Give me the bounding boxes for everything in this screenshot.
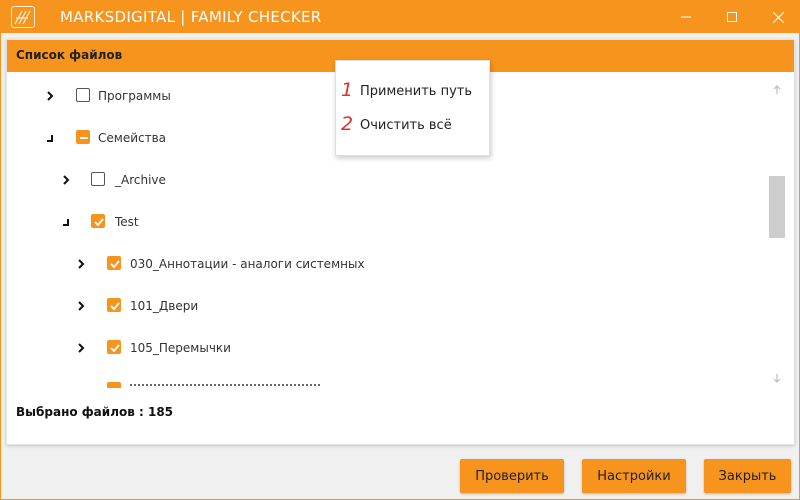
settings-button[interactable]: Настройки	[582, 459, 686, 493]
chevron-right-icon[interactable]	[74, 341, 88, 355]
arrow-up-icon	[773, 85, 781, 94]
checkbox[interactable]	[107, 256, 121, 270]
tree-row[interactable]: Test	[7, 211, 747, 233]
tree-item-label: Семейства	[98, 131, 167, 145]
checkmark-icon	[94, 218, 104, 227]
tree-row[interactable]: 030_Аннотации - аналоги системных	[7, 253, 747, 275]
minimize-button[interactable]	[663, 1, 709, 33]
check-button[interactable]: Проверить	[460, 459, 564, 493]
clipped-tree-row	[7, 382, 767, 388]
tree-row[interactable]: 101_Двери	[7, 295, 747, 317]
checkmark-icon	[110, 302, 120, 311]
window-title: MARKSDIGITAL | FAMILY CHECKER	[60, 8, 322, 26]
checkbox[interactable]	[107, 298, 121, 312]
close-icon	[772, 11, 784, 23]
title-bar: MARKSDIGITAL | FAMILY CHECKER	[1, 1, 799, 33]
tree-row[interactable]: 105_Перемычки	[7, 337, 747, 359]
checkbox[interactable]	[107, 340, 121, 354]
menu-item-label: Очистить всё	[360, 118, 452, 133]
panel-title: Список файлов	[16, 48, 123, 62]
context-menu: 1 Применить путь 2 Очистить всё	[335, 60, 490, 156]
close-button[interactable]: Закрыть	[704, 459, 791, 493]
marksdigital-logo-icon	[11, 6, 35, 28]
indeterminate-icon	[80, 137, 88, 139]
menu-item-number: 1	[341, 79, 354, 101]
chevron-right-icon[interactable]	[74, 257, 88, 271]
tree-item-label: 101_Двери	[130, 299, 199, 313]
tree-item-label: 105_Перемычки	[130, 341, 231, 355]
tree-item-label: _Archive	[115, 173, 166, 187]
tree-item-label: Программы	[98, 89, 171, 103]
selected-files-count: Выбрано файлов : 185	[16, 405, 174, 419]
close-window-button[interactable]	[755, 1, 800, 33]
checkbox[interactable]	[76, 130, 90, 144]
scroll-down-button[interactable]	[769, 370, 785, 386]
checkbox[interactable]	[91, 214, 105, 228]
menu-item-clear-all[interactable]: 2 Очистить всё	[336, 111, 489, 141]
checkmark-icon	[110, 344, 120, 353]
checkmark-icon	[110, 260, 120, 269]
chevron-right-icon[interactable]	[59, 173, 73, 187]
checkbox[interactable]	[76, 88, 90, 102]
maximize-icon	[727, 12, 737, 22]
expanded-corner-icon[interactable]	[43, 131, 57, 145]
maximize-button[interactable]	[709, 1, 755, 33]
chevron-right-icon[interactable]	[74, 299, 88, 313]
tree-row[interactable]: _Archive	[7, 169, 747, 191]
checkbox[interactable]	[91, 172, 105, 186]
tree-item-label: Test	[115, 215, 139, 229]
menu-item-number: 2	[341, 113, 354, 135]
menu-item-apply-path[interactable]: 1 Применить путь	[336, 77, 489, 107]
arrow-down-icon	[773, 374, 781, 383]
menu-item-label: Применить путь	[360, 84, 473, 99]
expanded-corner-icon[interactable]	[59, 215, 73, 229]
tree-item-label: 030_Аннотации - аналоги системных	[130, 257, 365, 271]
minimize-icon	[681, 16, 691, 18]
chevron-right-icon[interactable]	[43, 89, 57, 103]
scroll-up-button[interactable]	[769, 82, 785, 98]
scrollbar-thumb[interactable]	[769, 176, 785, 238]
